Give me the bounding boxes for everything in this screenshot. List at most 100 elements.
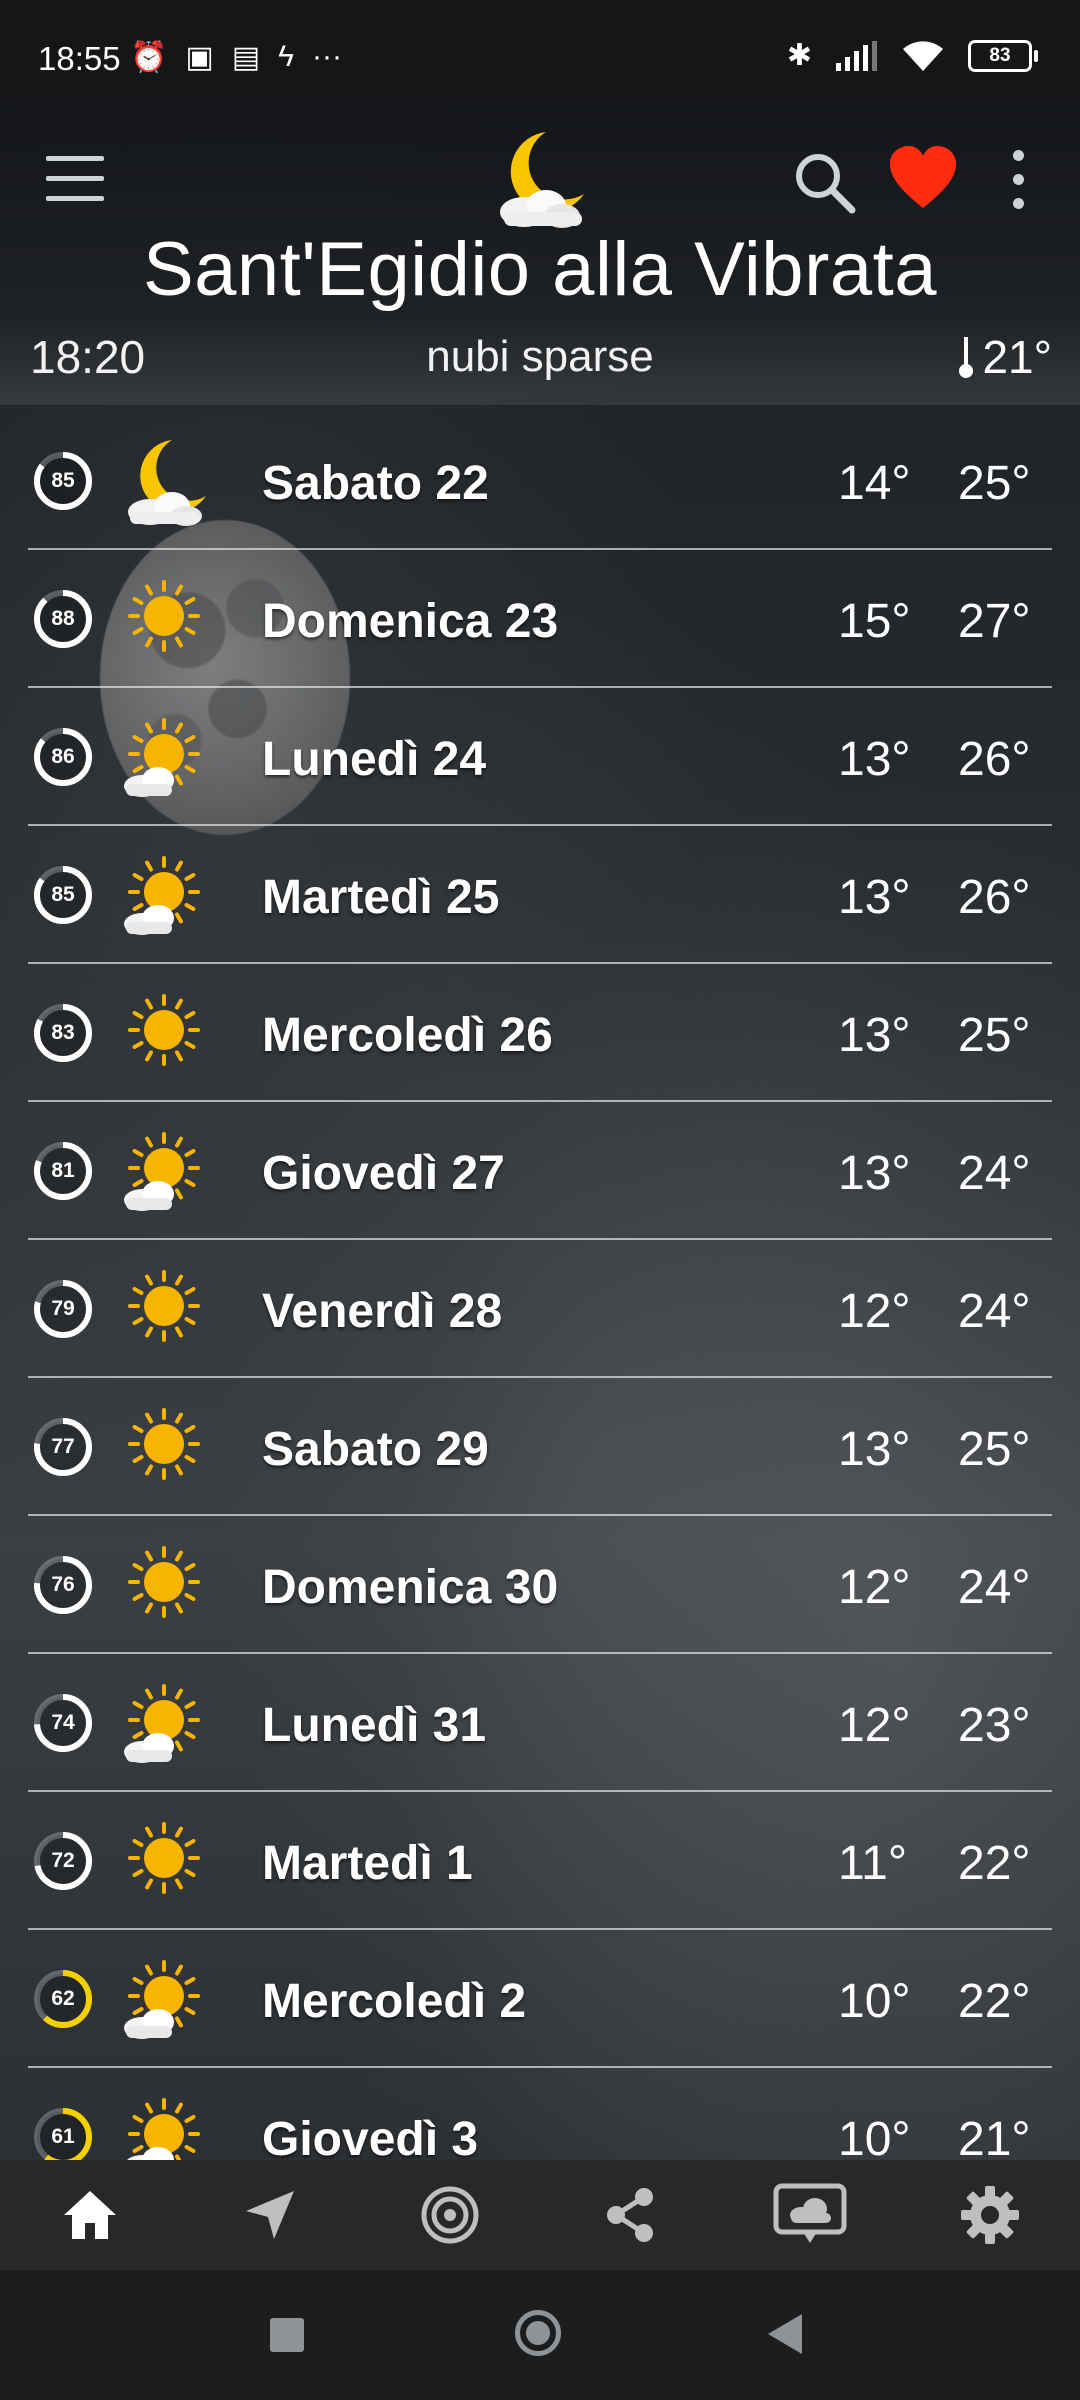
forecast-max-temp: 24° bbox=[958, 1147, 1031, 1200]
sun-icon bbox=[128, 580, 200, 652]
forecast-row[interactable]: 77 Sabato 29 13° 25° bbox=[28, 1378, 1052, 1516]
battery-indicator: 83 bbox=[968, 39, 1038, 72]
forecast-max-temp: 26° bbox=[958, 733, 1031, 786]
menu-icon-line bbox=[46, 196, 104, 201]
more-dot bbox=[1012, 198, 1024, 209]
forecast-day: Sabato 22 bbox=[262, 457, 489, 510]
forecast-row[interactable]: 79 Venerdì 28 12° 24° bbox=[28, 1240, 1052, 1378]
city-title: Sant'Egidio alla Vibrata bbox=[142, 227, 938, 312]
forecast-row[interactable]: 74 Lunedì 31 12° 23° bbox=[28, 1654, 1052, 1792]
system-back-button[interactable] bbox=[768, 2314, 802, 2354]
current-temperature: 21° bbox=[956, 330, 1052, 384]
forecast-score: 76 bbox=[32, 1554, 94, 1616]
app-header: Sant'Egidio alla Vibrata 18:20 nubi spar… bbox=[0, 100, 1080, 405]
forecast-row[interactable]: 85 Martedì 25 13° 26° bbox=[28, 826, 1052, 964]
recent-apps-button[interactable] bbox=[270, 2318, 304, 2352]
forecast-score: 85 bbox=[32, 864, 94, 926]
system-home-button[interactable] bbox=[515, 2310, 561, 2356]
forecast-min-temp: 15° bbox=[838, 595, 911, 648]
forecast-min-temp: 11° bbox=[838, 1837, 908, 1890]
menu-icon-line bbox=[46, 156, 104, 161]
share-icon bbox=[607, 2188, 653, 2242]
forecast-score-value: 76 bbox=[51, 1573, 75, 1596]
sun-icon bbox=[128, 1546, 200, 1618]
forecast-max-temp: 27° bbox=[958, 595, 1031, 648]
forecast-row[interactable]: 76 Domenica 30 12° 24° bbox=[28, 1516, 1052, 1654]
forecast-score-value: 83 bbox=[51, 1021, 75, 1044]
forecast-day: Martedì 1 bbox=[262, 1837, 473, 1890]
nav-radar[interactable] bbox=[410, 2175, 490, 2255]
forecast-min-temp: 13° bbox=[838, 1423, 911, 1476]
forecast-score: 77 bbox=[32, 1416, 94, 1478]
forecast-min-temp: 13° bbox=[838, 733, 911, 786]
forecast-score-value: 88 bbox=[51, 607, 75, 630]
forecast-row[interactable]: 88 Domenica 23 15° 27° bbox=[28, 550, 1052, 688]
forecast-max-temp: 24° bbox=[958, 1285, 1031, 1338]
forecast-max-temp: 25° bbox=[958, 457, 1031, 510]
forecast-max-temp: 23° bbox=[958, 1699, 1031, 1752]
sun-cloud-icon bbox=[124, 718, 200, 797]
status-time: 18:55 bbox=[38, 40, 121, 77]
forecast-list: 85 Sabato 22 14° 25° 88 Domenica 23 15° 27° … bbox=[28, 412, 1052, 2206]
forecast-max-temp: 22° bbox=[958, 1837, 1031, 1890]
forecast-row[interactable]: 81 Giovedì 27 13° 24° bbox=[28, 1102, 1052, 1240]
location-arrow-icon bbox=[246, 2191, 294, 2239]
search-button[interactable] bbox=[790, 148, 860, 218]
forecast-row[interactable]: 72 Martedì 1 11° 22° bbox=[28, 1792, 1052, 1930]
forecast-score: 85 bbox=[32, 450, 94, 512]
forecast-max-temp: 21° bbox=[958, 2113, 1031, 2166]
status-bar: 18:55 ⏰ ▣ ▤ ϟ ··· ✱ 83 bbox=[0, 0, 1080, 100]
forecast-day: Venerdì 28 bbox=[262, 1285, 503, 1338]
system-navigation-bar bbox=[0, 2270, 1080, 2400]
menu-button[interactable] bbox=[46, 156, 104, 202]
forecast-day: Sabato 29 bbox=[262, 1423, 489, 1476]
favorite-heart-button[interactable] bbox=[888, 144, 958, 214]
current-temperature-value: 21° bbox=[982, 331, 1052, 383]
forecast-day: Lunedì 31 bbox=[262, 1699, 487, 1752]
forecast-row[interactable]: 62 Mercoledì 2 10° 22° bbox=[28, 1930, 1052, 2068]
forecast-day: Martedì 25 bbox=[262, 871, 500, 924]
forecast-min-temp: 14° bbox=[838, 457, 911, 510]
forecast-max-temp: 25° bbox=[958, 1009, 1031, 1062]
forecast-row[interactable]: 85 Sabato 22 14° 25° bbox=[28, 412, 1052, 550]
sun-cloud-icon bbox=[124, 1132, 200, 1211]
forecast-score-value: 85 bbox=[51, 883, 75, 906]
nav-home[interactable] bbox=[50, 2175, 130, 2255]
more-dot bbox=[1012, 174, 1024, 185]
activity-icon: ϟ bbox=[278, 40, 294, 73]
forecast-row[interactable]: 86 Lunedì 24 13° 26° bbox=[28, 688, 1052, 826]
forecast-score: 72 bbox=[32, 1830, 94, 1892]
forecast-score: 74 bbox=[32, 1692, 94, 1754]
forecast-score-value: 86 bbox=[51, 745, 75, 768]
forecast-score-value: 79 bbox=[51, 1297, 75, 1320]
alarm-icon: ⏰ bbox=[130, 41, 168, 74]
settings-icon bbox=[961, 2186, 1019, 2244]
nav-location[interactable] bbox=[230, 2175, 310, 2255]
forecast-max-temp: 25° bbox=[958, 1423, 1031, 1476]
sun-icon bbox=[128, 1270, 200, 1342]
forecast-score-value: 62 bbox=[51, 1987, 75, 2010]
forecast-score: 79 bbox=[32, 1278, 94, 1340]
forecast-score-value: 61 bbox=[51, 2125, 75, 2148]
forecast-row[interactable]: 83 Mercoledì 26 13° 25° bbox=[28, 964, 1052, 1102]
nav-share[interactable] bbox=[590, 2175, 670, 2255]
forecast-score-value: 74 bbox=[51, 1711, 75, 1734]
moon-cloud-icon bbox=[500, 132, 584, 228]
calendar-icon: ▤ bbox=[231, 41, 261, 74]
forecast-score: 61 bbox=[32, 2106, 94, 2168]
sun-icon bbox=[128, 1408, 200, 1480]
nav-weather-chat[interactable] bbox=[770, 2175, 850, 2255]
home-icon bbox=[64, 2191, 116, 2239]
forecast-score-value: 72 bbox=[51, 1849, 75, 1872]
forecast-day: Mercoledì 26 bbox=[262, 1009, 553, 1062]
nav-settings[interactable] bbox=[950, 2175, 1030, 2255]
more-options-button[interactable] bbox=[1000, 150, 1036, 214]
forecast-min-temp: 13° bbox=[838, 1009, 911, 1062]
wifi-icon bbox=[903, 40, 943, 71]
signal-icon bbox=[836, 40, 877, 71]
status-system-icons: ✱ 83 bbox=[787, 38, 1038, 73]
current-condition: nubi sparse bbox=[426, 332, 654, 381]
forecast-max-temp: 26° bbox=[958, 871, 1031, 924]
weather-chat-icon bbox=[773, 2183, 847, 2243]
forecast-min-temp: 12° bbox=[838, 1561, 911, 1614]
